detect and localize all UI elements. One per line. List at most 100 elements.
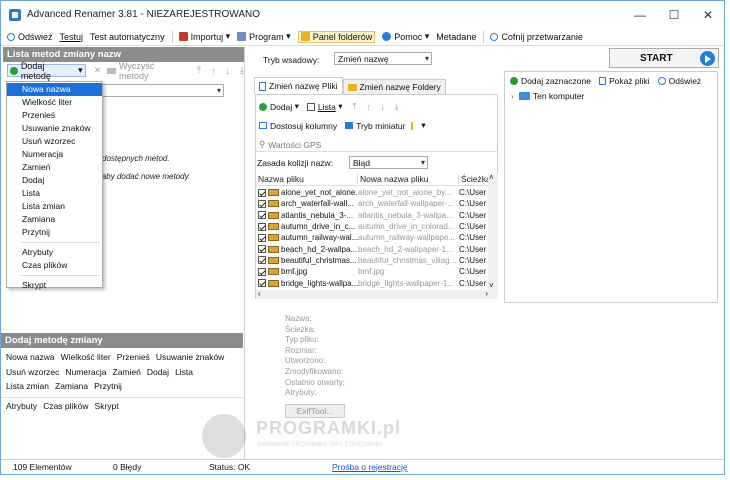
checkbox[interactable] — [258, 256, 266, 265]
checkbox[interactable] — [258, 188, 266, 197]
filename-cell: beach_hd_2-wallpa... — [256, 245, 358, 254]
menu-item[interactable]: Numeracja — [7, 148, 102, 161]
move-top-icon[interactable]: ⤒ — [197, 65, 201, 76]
move-up-icon[interactable]: ↑ — [211, 66, 216, 76]
move-bottom-icon[interactable]: ⤓ — [240, 65, 244, 76]
checkbox[interactable] — [258, 199, 266, 208]
table-row[interactable]: bridge_lights-wallpa... bridge_lights-wal… — [256, 277, 498, 288]
add-selected-button[interactable]: Dodaj zaznaczone — [510, 76, 591, 86]
start-button[interactable]: START — [609, 48, 719, 68]
scroll-right-icon[interactable]: › — [485, 289, 488, 298]
menu-item[interactable]: Nowa nazwa — [7, 83, 102, 96]
collision-select[interactable]: Błąd ▾ — [349, 156, 428, 169]
move-bottom-icon[interactable]: ⤓ — [395, 101, 399, 112]
method-link[interactable]: Usuń wzorzec — [6, 367, 59, 377]
menu-item[interactable]: Atrybuty — [7, 246, 102, 259]
table-row[interactable]: autumn_railway-wal... autumn_railway-wall… — [256, 232, 498, 243]
auto-test-button[interactable]: Test automatyczny — [90, 32, 165, 42]
method-link[interactable]: Skrypt — [95, 401, 119, 411]
column-filename[interactable]: Nazwa pliku — [256, 174, 358, 184]
table-row[interactable]: beach_hd_2-wallpa... beach_hd_2-wallpaper… — [256, 243, 498, 254]
delete-icon[interactable]: ✕ — [94, 65, 102, 76]
checkbox[interactable] — [258, 267, 266, 276]
checkbox[interactable] — [258, 245, 266, 254]
menu-item[interactable]: Zamiana — [7, 213, 102, 226]
move-up-icon[interactable]: ↑ — [366, 102, 370, 112]
help-button[interactable]: Pomoc ▾ — [382, 31, 429, 42]
table-row[interactable]: bmf.jpg bmf.jpg C:\User — [256, 266, 498, 277]
checkbox[interactable] — [258, 233, 266, 242]
move-top-icon[interactable]: ⤒ — [352, 101, 356, 112]
folder-panel-button[interactable]: Panel folderów — [297, 30, 376, 43]
menu-item[interactable]: Dodaj — [7, 174, 102, 187]
method-link[interactable]: Numeracja — [65, 367, 106, 377]
menu-item[interactable]: Zamień — [7, 161, 102, 174]
column-new-filename[interactable]: Nowa nazwa pliku — [358, 174, 459, 184]
batch-mode-select[interactable]: Zmień nazwę ▾ — [334, 52, 432, 65]
metadata-button[interactable]: Metadane — [436, 32, 476, 42]
menu-item[interactable]: Skrypt — [7, 279, 102, 292]
method-link[interactable]: Zamień — [113, 367, 141, 377]
refresh-folders-button[interactable]: Odśwież — [657, 76, 701, 86]
scroll-up-icon[interactable]: ˄ — [489, 173, 494, 182]
add-method-button[interactable]: Dodaj metodę ▾ — [7, 61, 86, 81]
undo-batch-button[interactable]: Cofnij przetwarzanie — [490, 32, 583, 42]
horizontal-scrollbar[interactable]: ‹ › — [256, 289, 498, 299]
menu-item[interactable]: Czas plików — [7, 259, 102, 272]
show-files-button[interactable]: Pokaż pliki — [598, 76, 650, 86]
table-row[interactable]: alone_yet_not_alone... alone_yet_not_alon… — [256, 187, 498, 198]
add-files-button[interactable]: Dodaj ▾ — [259, 101, 299, 112]
list-button[interactable]: Lista ▾ — [306, 101, 342, 112]
scroll-left-icon[interactable]: ‹ — [258, 289, 261, 298]
method-link[interactable]: Nowa nazwa — [6, 352, 55, 362]
clear-methods-button[interactable]: Wyczyść metody — [107, 61, 185, 81]
chevron-down-icon: ▾ — [286, 31, 291, 41]
method-link[interactable]: Czas plików — [43, 401, 88, 411]
minimize-button[interactable]: — — [623, 1, 657, 28]
tab-files[interactable]: Zmień nazwę Pliki — [254, 77, 343, 94]
method-link[interactable]: Usuwanie znaków — [156, 352, 225, 362]
register-link[interactable]: Prośba o rejestrację — [332, 462, 408, 472]
checkbox[interactable] — [258, 279, 266, 288]
table-row[interactable]: beautiful_christmas... beautiful_christma… — [256, 255, 498, 266]
method-link[interactable]: Przytnij — [94, 381, 122, 391]
test-button[interactable]: Testuj — [60, 32, 84, 42]
adjust-columns-button[interactable]: Dostosuj kolumny — [259, 121, 337, 131]
table-row[interactable]: autumn_drive_in_c... autumn_drive_in_colo… — [256, 221, 498, 232]
method-link[interactable]: Zamiana — [55, 381, 88, 391]
menu-item[interactable]: Usuń wzorzec — [7, 135, 102, 148]
move-down-icon[interactable]: ↓ — [380, 102, 384, 112]
checkbox[interactable] — [258, 211, 266, 220]
scroll-down-icon[interactable]: ˅ — [489, 281, 494, 290]
move-down-icon[interactable]: ↓ — [226, 66, 231, 76]
method-link[interactable]: Przenieś — [117, 352, 150, 362]
menu-item[interactable]: Przenieś — [7, 109, 102, 122]
import-button[interactable]: Importuj ▾ — [178, 31, 230, 42]
table-row[interactable]: arch_waterfall-wall... arch_waterfall-wal… — [256, 198, 498, 209]
view-options-button[interactable]: ▾ — [411, 120, 426, 131]
menu-item[interactable]: Wielkość liter — [7, 96, 102, 109]
menu-item[interactable]: Usuwanie znaków — [7, 122, 102, 135]
folder-toolbar: Dodaj zaznaczone Pokaż pliki Odśwież — [510, 76, 701, 86]
expand-arrow-icon[interactable]: › — [511, 91, 514, 101]
method-link[interactable]: Atrybuty — [6, 401, 37, 411]
vertical-scrollbar[interactable]: ˄ ˅ — [488, 173, 498, 290]
menu-item[interactable]: Lista — [7, 187, 102, 200]
method-link[interactable]: Dodaj — [147, 367, 169, 377]
maximize-button[interactable]: ☐ — [657, 1, 691, 28]
method-combo[interactable]: ▾ — [101, 84, 224, 97]
menu-item[interactable]: Lista zmian — [7, 200, 102, 213]
method-link[interactable]: Lista — [175, 367, 193, 377]
gps-values-button[interactable]: ⚲ Wartości GPS — [259, 139, 321, 150]
menu-item[interactable]: Przytnij — [7, 226, 102, 239]
checkbox[interactable] — [258, 222, 266, 231]
program-button[interactable]: Program ▾ — [237, 31, 291, 42]
tab-folders[interactable]: Zmień nazwę Foldery — [342, 79, 446, 94]
method-link[interactable]: Wielkość liter — [61, 352, 111, 362]
method-link[interactable]: Lista zmian — [6, 381, 49, 391]
table-row[interactable]: atlantis_nebula_3-... atlantis_nebula_3-w… — [256, 210, 498, 221]
thumbnail-mode-button[interactable]: Tryb miniatur — [345, 121, 405, 131]
close-button[interactable]: ✕ — [691, 1, 724, 28]
tree-item-this-pc[interactable]: › Ten komputer — [511, 91, 584, 101]
refresh-button[interactable]: Odśwież — [7, 32, 53, 42]
